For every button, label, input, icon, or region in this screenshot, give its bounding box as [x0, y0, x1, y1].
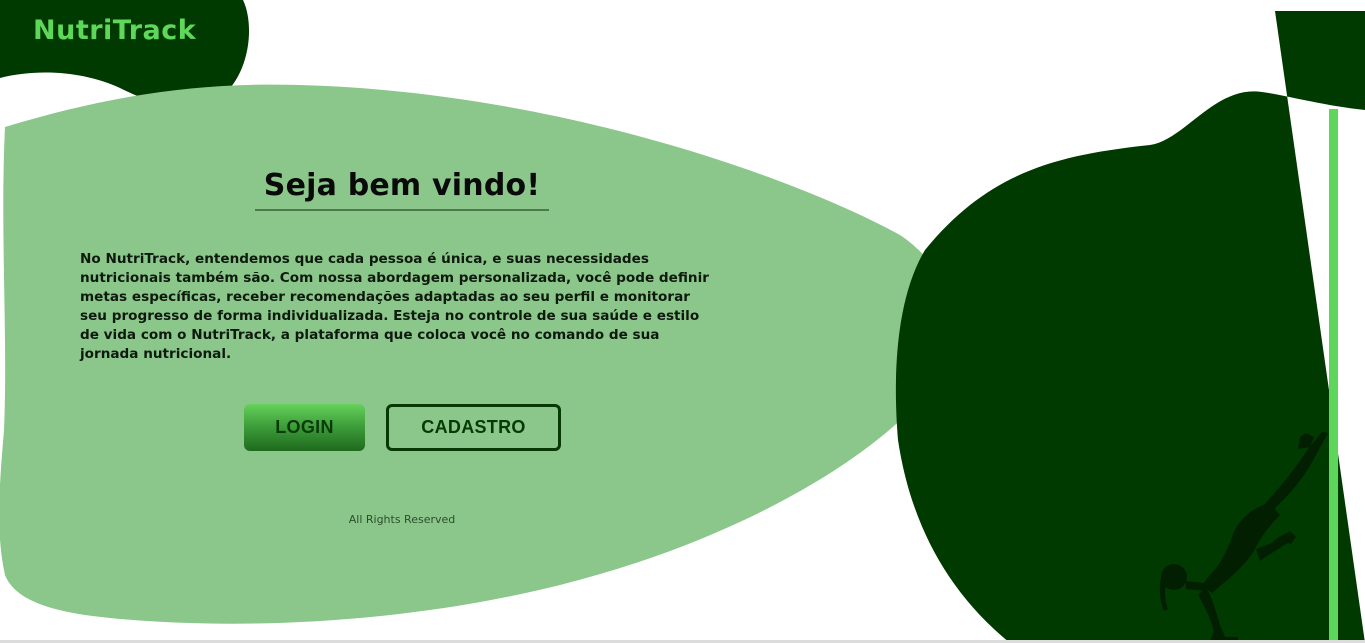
- intro-paragraph: No NutriTrack, entendemos que cada pesso…: [80, 251, 709, 362]
- login-button[interactable]: LOGIN: [244, 404, 365, 451]
- athlete-silhouette-icon: [1159, 432, 1328, 642]
- footer-rights: All Rights Reserved: [348, 513, 456, 526]
- title-underline: [255, 209, 549, 211]
- welcome-title: Seja bem vindo!: [263, 168, 541, 203]
- signup-button[interactable]: CADASTRO: [386, 404, 561, 451]
- app-logo[interactable]: NutriTrack: [33, 15, 196, 46]
- welcome-page: NutriTrack Seja bem vindo! No NutriTrack…: [0, 0, 1365, 643]
